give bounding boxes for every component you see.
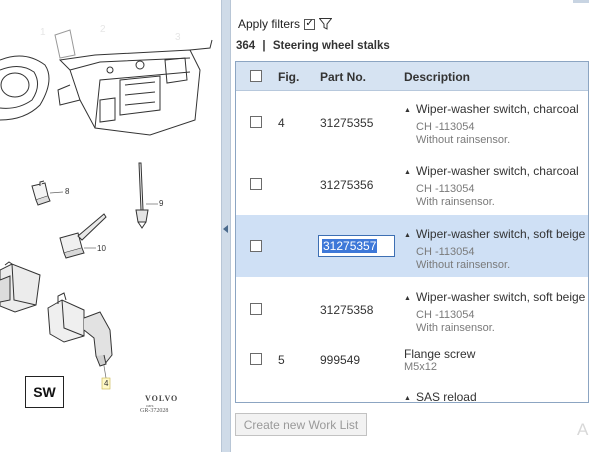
- row-description[interactable]: ▲ SAS reload: [404, 390, 477, 403]
- expand-triangle-icon[interactable]: ▲: [404, 395, 411, 402]
- expand-triangle-icon[interactable]: ▲: [404, 169, 411, 176]
- row-description-title: Wiper-washer switch, charcoal: [415, 164, 579, 178]
- row-desc-line1: M5x12: [404, 361, 438, 373]
- header-fig[interactable]: Fig.: [278, 70, 299, 84]
- row-checkbox[interactable]: [250, 240, 262, 252]
- svg-text:1: 1: [40, 27, 46, 38]
- row-part-no[interactable]: 31275355: [320, 116, 373, 130]
- table-row[interactable]: ▲ SAS reload: [236, 379, 588, 403]
- parts-table: Fig. Part No. Description 4 31275355 ▲ Wi…: [235, 61, 589, 403]
- volvo-logo: VOLVO: [145, 394, 179, 403]
- row-part-no[interactable]: 31275356: [320, 178, 373, 192]
- row-description[interactable]: ▲ Wiper-washer switch, soft beige: [404, 290, 585, 304]
- callout-4[interactable]: 4: [104, 379, 108, 388]
- svg-text:2: 2: [100, 24, 106, 35]
- row-fig: 4: [278, 116, 285, 130]
- expand-triangle-icon[interactable]: ▲: [404, 107, 411, 114]
- row-fig: 5: [278, 353, 285, 367]
- group-name: Steering wheel stalks: [272, 40, 390, 52]
- row-description-title: SAS reload: [415, 390, 477, 403]
- row-checkbox[interactable]: [250, 353, 262, 365]
- header-part-no[interactable]: Part No.: [320, 70, 366, 84]
- row-desc-line2: Without rainsensor.: [416, 134, 511, 146]
- row-desc-line1: CH -113054: [416, 246, 475, 258]
- row-description-title[interactable]: Flange screw: [404, 347, 475, 361]
- row-description-title: Wiper-washer switch, charcoal: [415, 102, 579, 116]
- group-number: 364: [236, 40, 256, 52]
- row-description[interactable]: ▲ Wiper-washer switch, charcoal: [404, 164, 579, 178]
- row-checkbox[interactable]: [250, 178, 262, 190]
- table-row[interactable]: 4 31275355 ▲ Wiper-washer switch, charcoa…: [236, 91, 588, 152]
- callout-9[interactable]: 9: [159, 199, 163, 208]
- header-description[interactable]: Description: [404, 70, 470, 84]
- funnel-icon[interactable]: [319, 18, 333, 30]
- apply-filters-row: Apply filters ✓: [238, 17, 333, 31]
- collapse-arrow-icon[interactable]: [223, 225, 228, 233]
- table-row-selected[interactable]: 31275357 ▲ Wiper-washer switch, soft beig…: [236, 215, 588, 277]
- expand-triangle-icon[interactable]: ▲: [404, 232, 411, 239]
- parts-list-panel: Apply filters ✓ 364 | Steering wheel sta…: [231, 0, 589, 452]
- table-row[interactable]: 5 999549 Flange screw M5x12: [236, 339, 588, 379]
- parts-diagram[interactable]: 1 2 3 8 9 10 4 SW VOLVO cars GR-372028: [0, 0, 221, 452]
- row-desc-line2: Without rainsensor.: [416, 259, 511, 271]
- table-row[interactable]: 31275358 ▲ Wiper-washer switch, soft beig…: [236, 277, 588, 339]
- create-work-list-button[interactable]: Create new Work List: [235, 413, 367, 436]
- row-checkbox[interactable]: [250, 303, 262, 315]
- row-desc-line1: CH -113054: [416, 183, 475, 195]
- svg-text:3: 3: [175, 32, 181, 43]
- row-description[interactable]: ▲ Wiper-washer switch, soft beige: [404, 227, 585, 241]
- pane-splitter[interactable]: [221, 0, 231, 452]
- select-all-checkbox[interactable]: [250, 70, 262, 82]
- table-row[interactable]: 31275356 ▲ Wiper-washer switch, charcoal …: [236, 152, 588, 215]
- row-checkbox[interactable]: [250, 116, 262, 128]
- row-description-title: Wiper-washer switch, soft beige: [415, 227, 586, 241]
- callout-8[interactable]: 8: [65, 187, 69, 196]
- group-separator: |: [262, 40, 266, 52]
- group-title: 364 | Steering wheel stalks: [236, 40, 390, 52]
- row-part-no[interactable]: 999549: [320, 353, 360, 367]
- corner-faint-text: A: [577, 420, 589, 439]
- row-desc-line1: CH -113054: [416, 121, 475, 133]
- row-desc-line2: With rainsensor.: [416, 322, 495, 334]
- row-description[interactable]: ▲ Wiper-washer switch, charcoal: [404, 102, 579, 116]
- sw-label-box: SW: [25, 376, 64, 408]
- row-part-no[interactable]: 31275358: [320, 303, 373, 317]
- apply-filters-checkbox[interactable]: ✓: [304, 18, 316, 30]
- expand-triangle-icon[interactable]: ▲: [404, 295, 411, 302]
- row-description-title: Wiper-washer switch, soft beige: [415, 290, 586, 304]
- part-no-selected-text[interactable]: 31275357: [322, 239, 378, 253]
- callout-10[interactable]: 10: [97, 244, 106, 253]
- apply-filters-label: Apply filters: [238, 17, 301, 31]
- diagram-code: GR-372028: [140, 408, 169, 414]
- table-header: Fig. Part No. Description: [236, 62, 588, 91]
- scroll-indicator[interactable]: [573, 0, 589, 3]
- part-no-edit-field[interactable]: 31275357: [318, 235, 395, 257]
- row-desc-line1: CH -113054: [416, 309, 475, 321]
- row-desc-line2: With rainsensor.: [416, 196, 495, 208]
